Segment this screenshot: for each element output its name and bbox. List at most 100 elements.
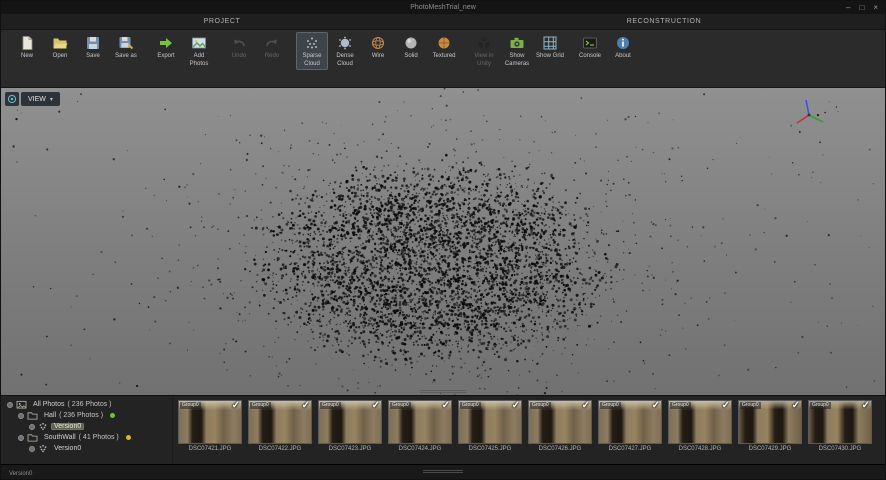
- group-label: Group0: [810, 402, 831, 409]
- save-button[interactable]: Save: [77, 32, 109, 63]
- tree-item-label: Version0: [54, 423, 81, 430]
- photo-thumbnail[interactable]: Group0✓DSC07428.JPG: [668, 400, 732, 462]
- check-icon: ✓: [302, 400, 310, 411]
- expander-icon[interactable]: [18, 413, 24, 419]
- sparse-point-cloud: [1, 88, 885, 395]
- open-icon: [52, 35, 68, 51]
- toolbar-button-label: Dense Cloud: [330, 53, 360, 68]
- thumbnail-image[interactable]: Group0✓: [458, 400, 522, 444]
- window-controls: – □ ×: [846, 1, 885, 14]
- panel-resize-handle[interactable]: [420, 389, 466, 394]
- thumbnail-image[interactable]: Group0 ✓: [388, 400, 452, 444]
- maximize-icon[interactable]: □: [859, 1, 864, 14]
- textured-button[interactable]: Textured: [428, 32, 460, 63]
- minimize-icon[interactable]: –: [846, 1, 850, 14]
- save-as-icon: [118, 35, 134, 51]
- toolbar-button-label: Console: [579, 53, 601, 61]
- photo-thumbnail[interactable]: Group0✓DSC07425.JPG: [458, 400, 522, 462]
- group-label: Group0: [390, 402, 411, 409]
- thumbnail-image[interactable]: Group0✓: [318, 400, 382, 444]
- thumbnail-image[interactable]: Group0✓: [178, 400, 242, 444]
- redo-button[interactable]: Redo: [256, 32, 288, 63]
- tab-project[interactable]: PROJECT: [1, 14, 443, 29]
- photo-thumbnail[interactable]: Group0✓DSC07427.JPG: [598, 400, 662, 462]
- thumbnail-image[interactable]: Group0✓: [528, 400, 592, 444]
- expander-icon[interactable]: [7, 402, 13, 408]
- save-icon: [85, 35, 101, 51]
- expander-icon[interactable]: [29, 424, 35, 430]
- add-photos-icon: [191, 35, 207, 51]
- show-grid-button[interactable]: Show Grid: [534, 32, 566, 63]
- check-icon: ✓: [442, 400, 450, 411]
- dense-cloud-button[interactable]: Dense Cloud: [329, 32, 361, 70]
- solid-button[interactable]: Solid: [395, 32, 427, 63]
- toolbar-button-label: Sparse Cloud: [297, 53, 327, 68]
- open-button[interactable]: Open: [44, 32, 76, 63]
- photo-filename: DSC07426.JPG: [528, 446, 592, 452]
- photo-thumbnail[interactable]: Group0✓ DSC07426.JPG: [528, 400, 592, 462]
- photo-thumbnail[interactable]: Group0✓DSC07424.JPG: [388, 400, 452, 462]
- tree-item-label: All Photos: [33, 401, 65, 408]
- photo-thumbnail[interactable]: Group0✓DSC07430.JPG: [808, 400, 872, 462]
- thumbnail-image[interactable]: Group0 ✓: [668, 400, 732, 444]
- console-icon: [582, 35, 598, 51]
- close-icon[interactable]: ×: [873, 1, 878, 14]
- tree-item-southwall[interactable]: SouthWall( 41 Photos ): [1, 432, 172, 443]
- tree-item-count: ( 236 Photos ): [59, 412, 103, 419]
- about-icon: [615, 35, 631, 51]
- about-button[interactable]: About: [607, 32, 639, 63]
- tree-item-version0[interactable]: Version0: [1, 443, 172, 454]
- toolbar-button-label: Open: [53, 53, 68, 61]
- tab-reconstruction[interactable]: RECONSTRUCTION: [443, 14, 885, 29]
- tree-item-count: ( 236 Photos ): [68, 401, 112, 408]
- export-button[interactable]: Export: [150, 32, 182, 63]
- wire-icon: [370, 35, 386, 51]
- tree-item-hall[interactable]: Hall( 236 Photos ): [1, 410, 172, 421]
- photo-thumbnail[interactable]: Group0✓DSC07421.JPG: [178, 400, 242, 462]
- save-as-button[interactable]: Save as: [110, 32, 142, 63]
- check-icon: ✓: [722, 400, 730, 411]
- add-photos-button[interactable]: Add Photos: [183, 32, 215, 70]
- toolbar-button-label: Save as: [115, 53, 137, 61]
- export-icon: [158, 35, 174, 51]
- photo-filename: DSC07422.JPG: [248, 446, 312, 452]
- thumbnail-image[interactable]: Group0✓: [598, 400, 662, 444]
- statusbar-grip[interactable]: [423, 469, 463, 474]
- 3d-viewport[interactable]: VIEW ▾: [1, 88, 885, 395]
- console-button[interactable]: Console: [574, 32, 606, 63]
- view-controls: VIEW ▾: [5, 92, 60, 106]
- new-button[interactable]: New: [11, 32, 43, 63]
- show-cameras-button[interactable]: Show Cameras: [501, 32, 533, 70]
- tree-item-label: Hall: [44, 412, 56, 419]
- toolbar-button-label: Show Cameras: [502, 53, 532, 68]
- redo-icon: [264, 35, 280, 51]
- toolbar-button-label: Textured: [432, 53, 455, 61]
- group-label: Group0: [460, 402, 481, 409]
- tree-item-version0[interactable]: Version0: [1, 421, 172, 432]
- tree-item-all-photos[interactable]: All Photos( 236 Photos ): [1, 399, 172, 410]
- root-icon: [16, 400, 27, 409]
- photo-thumbnail[interactable]: Group0✓DSC07423.JPG: [318, 400, 382, 462]
- viewport-mode-button[interactable]: [5, 92, 19, 106]
- photo-thumbnail[interactable]: Group0✓ DSC07422.JPG: [248, 400, 312, 462]
- ribbon-tabs: PROJECT RECONSTRUCTION: [1, 14, 885, 30]
- expander-icon[interactable]: [29, 446, 35, 452]
- group-label: Group0: [600, 402, 621, 409]
- photo-thumbnail[interactable]: Group0✓DSC07429.JPG: [738, 400, 802, 462]
- sparse-cloud-button[interactable]: Sparse Cloud: [296, 32, 328, 70]
- thumbnail-image[interactable]: Group0✓: [248, 400, 312, 444]
- wire-button[interactable]: Wire: [362, 32, 394, 63]
- axis-gizmo[interactable]: [793, 98, 827, 130]
- undo-button[interactable]: Undo: [223, 32, 255, 63]
- window-title: PhotoMeshTrial_new: [1, 4, 885, 11]
- status-bar: Version0: [1, 464, 885, 480]
- thumbnail-image[interactable]: Group0✓: [738, 400, 802, 444]
- photo-tree: All Photos( 236 Photos )Hall( 236 Photos…: [1, 396, 173, 464]
- thumbnail-image[interactable]: Group0✓: [808, 400, 872, 444]
- expander-icon[interactable]: [18, 435, 24, 441]
- view-in-unity-button[interactable]: View in Unity: [468, 32, 500, 70]
- group-label: Group0: [670, 402, 691, 409]
- folder-icon: [27, 433, 38, 442]
- view-dropdown-button[interactable]: VIEW ▾: [21, 92, 60, 106]
- toolbar-button-label: View in Unity: [469, 53, 499, 68]
